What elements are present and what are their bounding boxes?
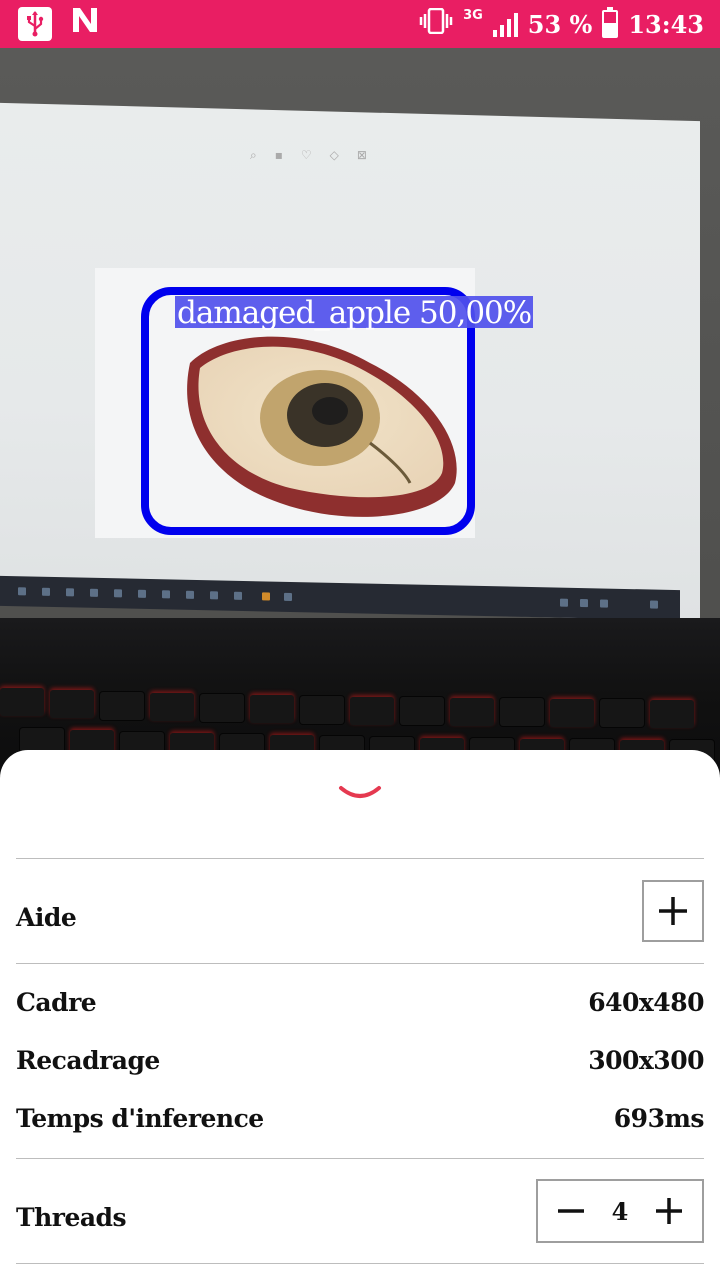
camera-preview: ⌕▪♡◇⊠ damaged_apple 50,00% [0,48,720,808]
status-bar: 3G 53 % 13:43 [0,0,720,48]
threads-label: Threads [16,1203,127,1232]
divider [16,858,704,859]
chevron-down-icon[interactable] [337,780,383,804]
threads-value: 4 [611,1196,629,1226]
crop-value: 300x300 [588,1046,704,1075]
laptop-toolbar: ⌕▪♡◇⊠ [250,148,385,162]
bottom-sheet: Aide Cadre 640x480 Recadrage 300x300 Tem… [0,750,720,1280]
signal-icon [492,11,518,37]
help-label: Aide [16,903,77,932]
frame-label: Cadre [16,988,97,1017]
divider [16,1263,704,1264]
n-notification-icon [70,6,100,42]
vibrate-icon [419,7,453,40]
minus-icon [558,1209,584,1213]
detection-label: damaged_apple 50,00% [175,295,534,331]
inference-time-value: 693ms [613,1104,705,1133]
usb-icon [18,7,52,41]
inference-time-label: Temps d'inference [16,1104,264,1133]
battery-icon [602,7,619,38]
frame-value: 640x480 [588,988,704,1017]
network-type: 3G [463,7,483,23]
threads-increment-button[interactable] [654,1196,684,1226]
plus-icon [655,1198,682,1224]
clock: 13:43 [628,9,704,39]
help-expand-button[interactable] [642,880,704,942]
threads-stepper: 4 [536,1179,704,1243]
plus-icon [659,897,687,925]
divider [16,1158,704,1159]
battery-percent: 53 % [527,9,593,39]
crop-label: Recadrage [16,1046,160,1075]
threads-decrement-button[interactable] [556,1196,586,1226]
divider [16,963,704,964]
